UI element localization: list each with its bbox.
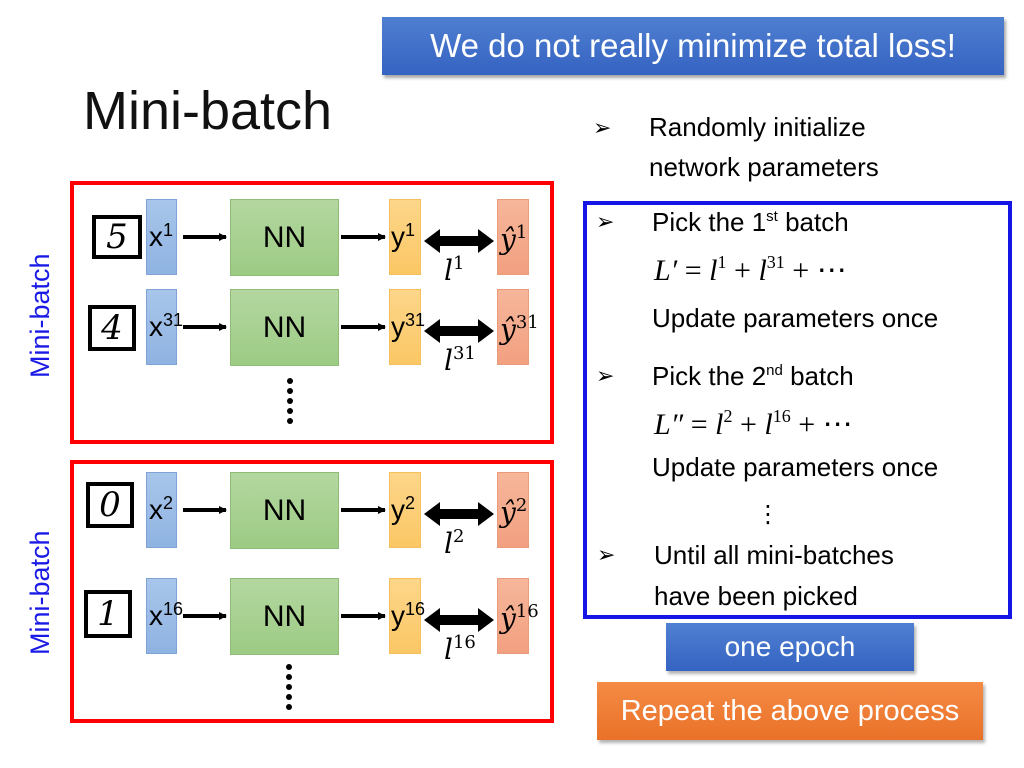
input-label: x1 [149,220,174,252]
output-label: y2 [391,493,416,525]
init-line-1: Randomly initialize [649,112,866,142]
input-label: x2 [149,493,174,525]
input-label: x16 [149,599,184,631]
nn-box: NN [230,199,339,276]
equation-first-batch: L′ = l1 + l31 + ⋯ [654,252,847,287]
step-first-batch: Pick the 1st batch [652,207,849,237]
nn-box: NN [230,289,339,366]
loss-label: l2 [444,526,465,560]
digit-image: 1 [84,590,132,638]
steps-ellipsis: ⋮ [756,501,780,528]
target-label: ŷ1 [500,222,528,256]
target-label: ŷ2 [500,495,528,529]
nn-box: NN [230,578,339,655]
bullet-icon: ➢ [593,115,612,140]
repeat-process-label: Repeat the above process [597,682,983,740]
output-label: y1 [391,220,416,252]
step-second-batch: Pick the 2nd batch [652,361,854,391]
more-samples-dots-2 [286,664,292,714]
until-line-1: Until all mini-batches [654,540,894,570]
bullet-icon: ➢ [597,542,616,567]
update-once-1: Update parameters once [652,303,939,333]
loss-label: l31 [444,343,476,377]
loss-double-arrow [424,319,494,343]
target-label: ŷ16 [500,601,539,635]
until-line-2: have been picked [654,581,858,611]
loss-double-arrow [424,502,494,526]
bullet-icon: ➢ [596,363,615,388]
update-once-2: Update parameters once [652,452,939,482]
bullet-icon: ➢ [596,209,615,234]
target-label: ŷ31 [500,312,539,346]
loss-double-arrow [424,229,494,253]
digit-image: 5 [92,215,142,259]
output-label: y16 [391,599,426,631]
output-label: y31 [391,310,426,342]
input-label: x31 [149,310,184,342]
init-line-2: network parameters [649,152,879,182]
digit-image: 0 [86,482,134,528]
loss-label: l1 [444,253,465,287]
loss-double-arrow [424,608,494,632]
more-samples-dots-1 [287,378,293,428]
digit-image: 4 [88,305,136,351]
nn-box: NN [230,472,339,549]
loss-label: l16 [444,632,476,666]
equation-second-batch: L″ = l2 + l16 + ⋯ [654,406,853,441]
one-epoch-label: one epoch [666,623,914,671]
